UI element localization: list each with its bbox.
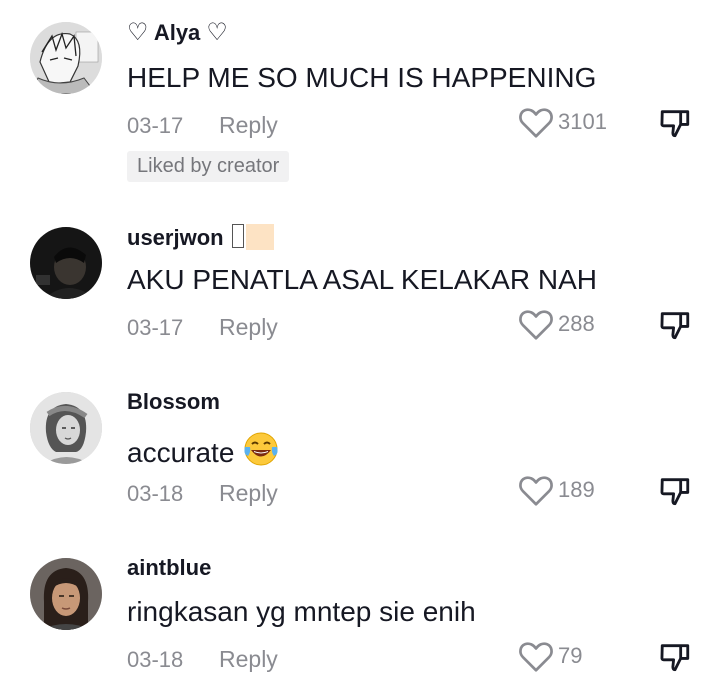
comment-username[interactable]: aintblue <box>127 555 211 581</box>
heart-icon <box>519 476 553 506</box>
heart-icon <box>519 310 553 340</box>
username-text: userjwon <box>127 225 224 250</box>
comment-date: 03-18 <box>127 647 184 672</box>
comment-date: 03-17 <box>127 113 184 138</box>
like-button[interactable]: 288 <box>518 307 595 341</box>
heart-icon <box>519 108 553 138</box>
username-text: Blossom <box>127 389 220 414</box>
avatar[interactable] <box>30 392 102 464</box>
vintage-woman-avatar <box>30 392 102 464</box>
reply-button[interactable]: Reply <box>219 112 278 139</box>
skin-tone-swatch <box>245 224 274 250</box>
like-count: 288 <box>558 311 595 336</box>
comment-text-body: accurate <box>127 437 235 468</box>
tears-of-joy-emoji-icon <box>244 432 278 466</box>
unrendered-glyph <box>231 224 244 248</box>
comment-username[interactable]: userjwon <box>127 224 274 251</box>
like-count: 189 <box>558 477 595 502</box>
avatar[interactable] <box>30 558 102 630</box>
like-count: 79 <box>558 643 583 668</box>
like-button[interactable]: 79 <box>518 639 582 673</box>
comment-text: accurate <box>127 430 280 469</box>
like-count: 3101 <box>558 109 607 134</box>
reply-button[interactable]: Reply <box>219 480 278 507</box>
thumbs-down-icon <box>660 110 690 138</box>
dislike-button[interactable] <box>658 474 692 508</box>
thumbs-down-icon <box>660 312 690 340</box>
heart-icon <box>519 642 553 672</box>
reply-button[interactable]: Reply <box>219 646 278 673</box>
dislike-button[interactable] <box>658 106 692 140</box>
comment-username[interactable]: Blossom <box>127 389 220 415</box>
girl-photo-avatar <box>30 558 102 630</box>
dark-photo-avatar <box>30 227 102 299</box>
username-text: Alya <box>153 20 201 45</box>
comment-date: 03-18 <box>127 481 184 506</box>
comment-text: ringkasan yg mntep sie enih <box>127 596 476 627</box>
comment-text: HELP ME SO MUCH IS HAPPENING <box>127 62 597 93</box>
comment-username[interactable]: ♡ Alya ♡ <box>127 18 228 47</box>
comment-text: AKU PENATLA ASAL KELAKAR NAH <box>127 264 597 295</box>
avatar[interactable] <box>30 22 102 94</box>
thumbs-down-icon <box>660 644 690 672</box>
heart-symbol-left: ♡ <box>127 19 149 46</box>
liked-by-creator-badge: Liked by creator <box>127 151 290 182</box>
heart-symbol-right: ♡ <box>206 19 228 46</box>
thumbs-down-icon <box>660 478 690 506</box>
username-text: aintblue <box>127 555 212 580</box>
like-button[interactable]: 3101 <box>518 105 607 139</box>
dislike-button[interactable] <box>658 640 692 674</box>
dislike-button[interactable] <box>658 308 692 342</box>
manga-character-avatar <box>30 22 102 94</box>
avatar[interactable] <box>30 227 102 299</box>
reply-button[interactable]: Reply <box>219 314 278 341</box>
comment-date: 03-17 <box>127 315 184 340</box>
like-button[interactable]: 189 <box>518 473 595 507</box>
